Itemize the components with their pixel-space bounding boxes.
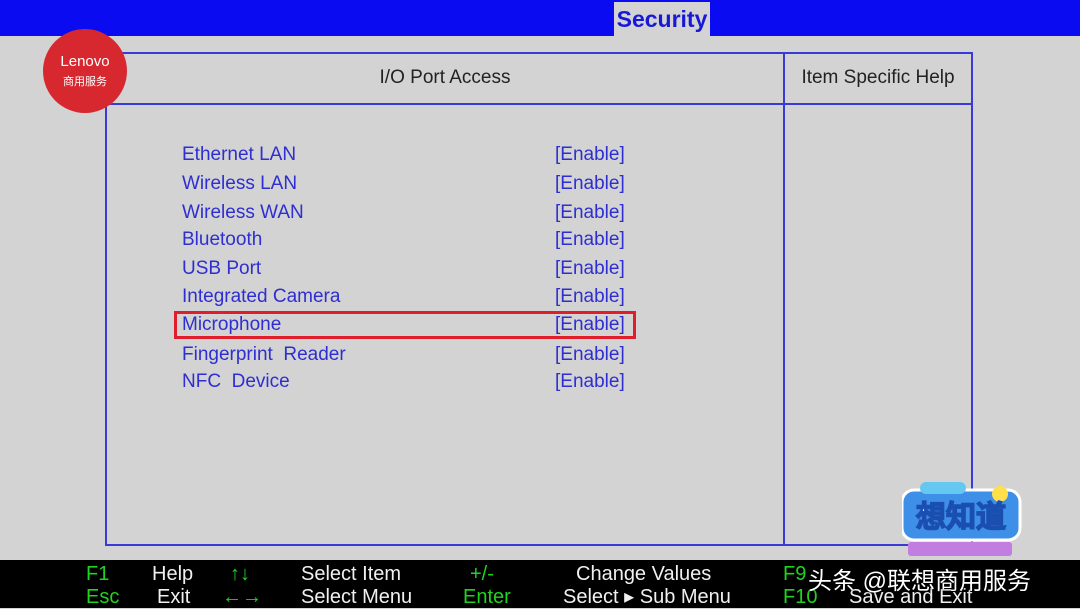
key-enter: Enter <box>463 586 511 608</box>
setting-value[interactable]: [Enable] <box>555 170 625 198</box>
logo-subtitle: 商用服务 <box>63 76 107 88</box>
setting-label: Wireless WAN <box>182 202 304 223</box>
setting-value[interactable]: [Enable] <box>555 226 625 254</box>
setting-row-bluetooth[interactable]: Bluetooth [Enable] <box>182 226 642 254</box>
setting-row-wireless-wan[interactable]: Wireless WAN [Enable] <box>182 199 642 227</box>
setting-row-wireless-lan[interactable]: Wireless LAN [Enable] <box>182 170 642 198</box>
key-plus-minus: +/- <box>470 563 494 585</box>
top-menu-bar <box>0 0 1080 36</box>
setting-row-ethernet-lan[interactable]: Ethernet LAN [Enable] <box>182 141 642 169</box>
setting-row-nfc-device[interactable]: NFC Device [Enable] <box>182 368 642 396</box>
watermark-text: 头条 @联想商用服务 <box>808 568 1032 595</box>
key-esc-action: Exit <box>157 586 191 608</box>
key-esc: Esc <box>86 586 120 608</box>
logo-brand: Lenovo <box>60 53 110 70</box>
setting-value[interactable]: [Enable] <box>555 283 625 311</box>
tab-security[interactable]: Security <box>614 2 710 36</box>
key-enter-action: Select ▸ Sub Menu <box>563 586 731 608</box>
key-f1-action: Help <box>152 563 194 585</box>
lenovo-logo: Lenovo 商用服务 <box>43 29 127 113</box>
setting-row-fingerprint-reader[interactable]: Fingerprint Reader [Enable] <box>182 341 642 369</box>
setting-value[interactable]: [Enable] <box>555 368 625 396</box>
setting-label: Fingerprint Reader <box>182 344 346 365</box>
help-panel-title: Item Specific Help <box>801 67 955 88</box>
key-left-right-arrows: ←→ <box>222 586 262 608</box>
setting-label: Ethernet LAN <box>182 144 297 165</box>
key-plusminus-action: Change Values <box>576 563 712 585</box>
setting-row-integrated-camera[interactable]: Integrated Camera [Enable] <box>182 283 642 311</box>
badge-text: 想知道 <box>916 500 1006 535</box>
key-up-down-arrows: ↑↓ <box>230 563 250 585</box>
setting-value[interactable]: [Enable] <box>555 255 625 283</box>
badge-sticker: 想知道 <box>900 480 1024 558</box>
key-f9: F9 <box>783 563 807 585</box>
setting-label: Integrated Camera <box>182 286 341 307</box>
title-divider <box>105 103 785 105</box>
key-leftright-action: Select Menu <box>301 586 413 608</box>
key-f1: F1 <box>86 563 110 585</box>
setting-row-usb-port[interactable]: USB Port [Enable] <box>182 255 642 283</box>
help-title-divider <box>783 103 973 105</box>
microphone-highlight-box <box>174 311 636 339</box>
setting-label: USB Port <box>182 258 262 279</box>
panel-vertical-divider <box>783 52 785 546</box>
setting-value[interactable]: [Enable] <box>555 141 625 169</box>
setting-value[interactable]: [Enable] <box>555 199 625 227</box>
setting-label: NFC Device <box>182 371 290 392</box>
setting-value[interactable]: [Enable] <box>555 341 625 369</box>
page-title: I/O Port Access <box>379 67 511 88</box>
key-updown-action: Select Item <box>301 563 402 585</box>
setting-label: Bluetooth <box>182 229 263 250</box>
setting-label: Wireless LAN <box>182 173 298 194</box>
badge-graphic: 想知道 <box>900 482 1022 556</box>
